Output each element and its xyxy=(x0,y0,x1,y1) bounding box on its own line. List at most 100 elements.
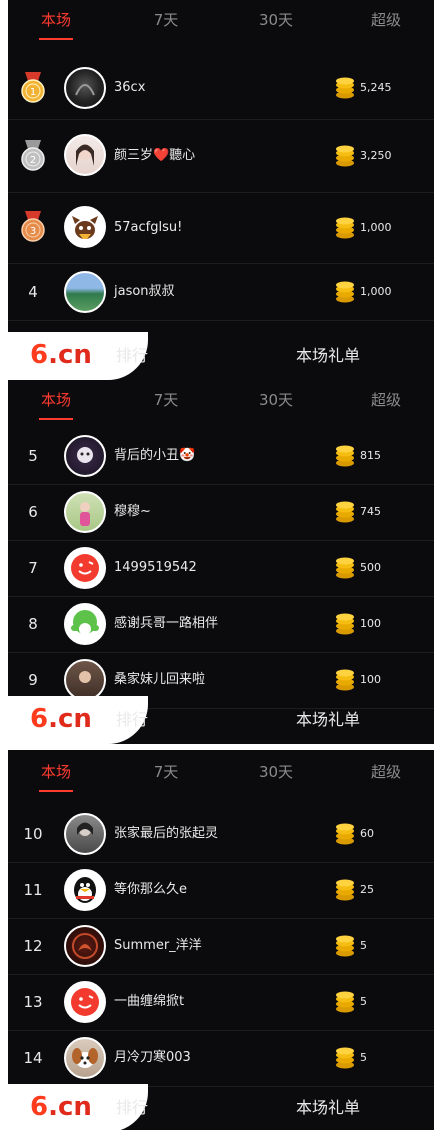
coin-icon xyxy=(334,934,356,958)
coin-icon xyxy=(334,556,356,580)
username: Summer_洋洋 xyxy=(114,938,202,953)
tab-super[interactable]: 超级 xyxy=(356,752,416,792)
gift-amount: 5 xyxy=(360,995,367,1008)
avatar[interactable] xyxy=(64,491,106,533)
tab-bar: 本场 7天 30天 超级 xyxy=(8,0,434,40)
ranking-tab[interactable]: 排行 xyxy=(116,1084,148,1130)
tab-this-show[interactable]: 本场 xyxy=(26,380,86,420)
avatar[interactable] xyxy=(64,813,106,855)
logo-main: 6 xyxy=(30,340,49,370)
gift-amount: 1,000 xyxy=(360,221,392,234)
coin-icon xyxy=(334,144,356,168)
username: 36cx xyxy=(114,80,146,95)
tab-super[interactable]: 超级 xyxy=(356,0,416,40)
tab-30-days[interactable]: 30天 xyxy=(246,752,306,792)
tab-7-days[interactable]: 7天 xyxy=(136,752,196,792)
username: 背后的小丑🤡 xyxy=(114,448,196,463)
avatar[interactable] xyxy=(64,603,106,645)
tab-super[interactable]: 超级 xyxy=(356,380,416,420)
gift-amount: 100 xyxy=(360,617,381,630)
list-item[interactable]: 12 Summer_洋洋 5 xyxy=(8,918,434,975)
logo-sub: .cn xyxy=(48,340,92,370)
list-item[interactable]: 7 1499519542 500 xyxy=(8,540,434,597)
username: 一曲缠绵掀t xyxy=(114,994,185,1009)
tab-30-days[interactable]: 30天 xyxy=(246,0,306,40)
logo-sub: .cn xyxy=(48,704,92,734)
tab-7-days[interactable]: 7天 xyxy=(136,0,196,40)
gift-amount: 500 xyxy=(360,561,381,574)
gift-amount: 3,250 xyxy=(360,149,392,162)
gift-list-tab[interactable]: 本场礼单 xyxy=(296,696,360,744)
rank-number: 13 xyxy=(23,993,43,1011)
svg-text:1: 1 xyxy=(30,87,36,98)
list-item[interactable]: 5 背后的小丑🤡 815 xyxy=(8,428,434,485)
rank-number: 12 xyxy=(23,937,43,955)
list-item[interactable]: 3 57acfglsu! 1,000 xyxy=(8,193,434,264)
avatar[interactable] xyxy=(64,981,106,1023)
username: 月冷刀寒003 xyxy=(114,1050,191,1065)
rank-number: 6 xyxy=(28,503,38,521)
tab-30-days[interactable]: 30天 xyxy=(246,380,306,420)
coin-icon xyxy=(334,878,356,902)
username: jason叔叔 xyxy=(114,284,175,299)
gift-amount: 1,000 xyxy=(360,285,392,298)
avatar[interactable] xyxy=(64,925,106,967)
ranking-panel-3: 本场 7天 30天 超级 10 张家最后的张起灵 60 11 等你那么久e 25… xyxy=(8,750,434,1130)
ranking-panel-2: 本场 7天 30天 超级 5 背后的小丑🤡 815 6 穆穆~ 745 7 14… xyxy=(8,380,434,744)
gift-amount: 5 xyxy=(360,1051,367,1064)
username: 穆穆~ xyxy=(114,504,151,519)
list-item[interactable]: 8 感谢兵哥一路相伴 100 xyxy=(8,596,434,653)
gift-list-tab[interactable]: 本场礼单 xyxy=(296,1084,360,1130)
coin-icon xyxy=(334,500,356,524)
avatar[interactable] xyxy=(64,271,106,313)
list-item[interactable]: 6 穆穆~ 745 xyxy=(8,484,434,541)
username: 感谢兵哥一路相伴 xyxy=(114,616,219,631)
coin-icon xyxy=(334,822,356,846)
coin-icon xyxy=(334,216,356,240)
list-item[interactable]: 2 颜三岁❤️聽心 3,250 xyxy=(8,120,434,193)
username: 颜三岁❤️聽心 xyxy=(114,148,196,163)
avatar[interactable] xyxy=(64,435,106,477)
gift-amount: 815 xyxy=(360,449,381,462)
rank-number: 11 xyxy=(23,881,43,899)
ranking-tab[interactable]: 排行 xyxy=(116,696,148,744)
list-item[interactable]: 13 一曲缠绵掀t 5 xyxy=(8,974,434,1031)
bottom-bar: 6.cn 排行 本场礼单 xyxy=(8,332,434,380)
coin-icon xyxy=(334,990,356,1014)
gold-medal-icon: 1 xyxy=(18,60,48,116)
rank-number: 7 xyxy=(28,559,38,577)
silver-medal-icon: 2 xyxy=(18,128,48,184)
tab-this-show[interactable]: 本场 xyxy=(26,752,86,792)
gift-amount: 745 xyxy=(360,505,381,518)
coin-icon xyxy=(334,280,356,304)
bottom-bar: 6.cn 排行 本场礼单 xyxy=(8,696,434,744)
list-item[interactable]: 1 36cx 5,245 xyxy=(8,57,434,120)
avatar[interactable] xyxy=(64,67,106,109)
gift-amount: 25 xyxy=(360,883,374,896)
ranking-tab[interactable]: 排行 xyxy=(116,332,148,380)
logo-sub: .cn xyxy=(48,1092,92,1122)
list-item[interactable]: 4 jason叔叔 1,000 xyxy=(8,264,434,321)
tab-this-show[interactable]: 本场 xyxy=(26,0,86,40)
bronze-medal-icon: 3 xyxy=(18,199,48,255)
list-item[interactable]: 11 等你那么久e 25 xyxy=(8,862,434,919)
rank-number: 10 xyxy=(23,825,43,843)
rank-number: 5 xyxy=(28,447,38,465)
username: 1499519542 xyxy=(114,560,197,575)
coin-icon xyxy=(334,1046,356,1070)
coin-icon xyxy=(334,444,356,468)
rank-number: 4 xyxy=(28,283,38,301)
avatar[interactable] xyxy=(64,1037,106,1079)
coin-icon xyxy=(334,612,356,636)
avatar[interactable] xyxy=(64,547,106,589)
tab-7-days[interactable]: 7天 xyxy=(136,380,196,420)
username: 等你那么久e xyxy=(114,882,187,897)
avatar[interactable] xyxy=(64,659,106,701)
avatar[interactable] xyxy=(64,869,106,911)
gift-list-tab[interactable]: 本场礼单 xyxy=(296,332,360,380)
avatar[interactable] xyxy=(64,134,106,176)
avatar[interactable] xyxy=(64,206,106,248)
list-item[interactable]: 14 月冷刀寒003 5 xyxy=(8,1030,434,1087)
coin-icon xyxy=(334,76,356,100)
list-item[interactable]: 10 张家最后的张起灵 60 xyxy=(8,806,434,863)
